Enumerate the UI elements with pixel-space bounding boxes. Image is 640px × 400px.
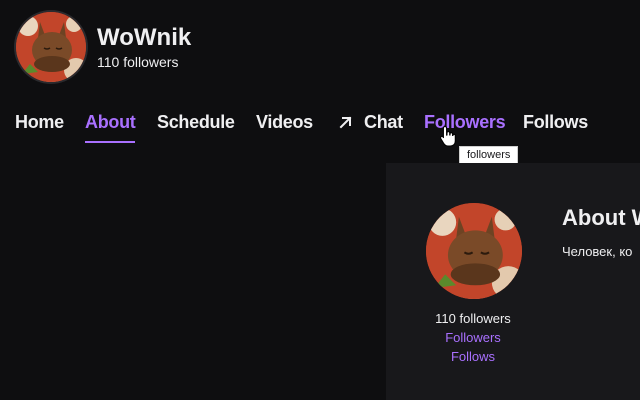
followers-tooltip: followers: [459, 146, 519, 164]
about-description: Человек, ко: [562, 244, 633, 259]
tab-videos[interactable]: Videos: [256, 112, 313, 133]
channel-name: WoWnik: [97, 24, 192, 51]
about-follows-link[interactable]: Follows: [386, 349, 560, 364]
avatar-image: [16, 12, 86, 82]
about-follower-count: 110 followers: [435, 311, 511, 326]
external-link-arrow-icon: [339, 116, 352, 129]
channel-follower-count: 110 followers: [97, 54, 179, 70]
about-avatar: [426, 203, 522, 299]
tab-follows[interactable]: Follows: [523, 112, 588, 133]
about-followers-link[interactable]: Followers: [386, 330, 560, 345]
tab-chat[interactable]: Chat: [338, 112, 403, 133]
channel-avatar[interactable]: [16, 12, 86, 82]
tab-home[interactable]: Home: [15, 112, 64, 133]
hand-pointer-icon: [439, 125, 456, 147]
tab-chat-label: Chat: [364, 112, 403, 132]
about-title: About W: [562, 205, 640, 230]
about-panel: About W Человек, ко 110 followers Follow…: [386, 163, 640, 400]
tab-schedule[interactable]: Schedule: [157, 112, 235, 133]
tab-about[interactable]: About: [85, 112, 136, 143]
tab-followers[interactable]: Followers: [424, 112, 506, 133]
about-avatar-image: [426, 203, 522, 299]
